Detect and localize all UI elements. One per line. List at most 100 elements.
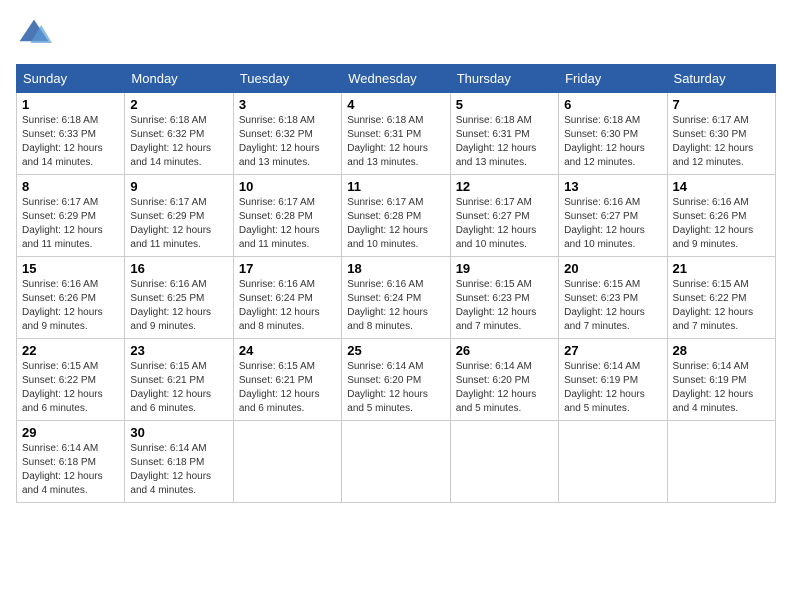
day-number: 2 [130,97,227,112]
empty-cell [450,421,558,503]
day-number: 16 [130,261,227,276]
day-info: Sunrise: 6:18 AMSunset: 6:32 PMDaylight:… [130,115,211,168]
day-header-monday: Monday [125,65,233,93]
day-number: 1 [22,97,119,112]
day-info: Sunrise: 6:15 AMSunset: 6:23 PMDaylight:… [564,279,645,332]
day-number: 4 [347,97,444,112]
day-number: 3 [239,97,336,112]
empty-cell [342,421,450,503]
day-cell-15: 15 Sunrise: 6:16 AMSunset: 6:26 PMDaylig… [17,257,125,339]
day-info: Sunrise: 6:15 AMSunset: 6:21 PMDaylight:… [130,361,211,414]
day-cell-19: 19 Sunrise: 6:15 AMSunset: 6:23 PMDaylig… [450,257,558,339]
day-info: Sunrise: 6:15 AMSunset: 6:22 PMDaylight:… [22,361,103,414]
day-header-wednesday: Wednesday [342,65,450,93]
day-info: Sunrise: 6:18 AMSunset: 6:33 PMDaylight:… [22,115,103,168]
day-number: 29 [22,425,119,440]
day-number: 26 [456,343,553,358]
day-info: Sunrise: 6:14 AMSunset: 6:19 PMDaylight:… [673,361,754,414]
day-number: 17 [239,261,336,276]
day-number: 12 [456,179,553,194]
day-number: 5 [456,97,553,112]
day-number: 15 [22,261,119,276]
day-info: Sunrise: 6:16 AMSunset: 6:26 PMDaylight:… [22,279,103,332]
logo [16,16,56,52]
week-row-4: 22 Sunrise: 6:15 AMSunset: 6:22 PMDaylig… [17,339,776,421]
day-number: 19 [456,261,553,276]
day-cell-6: 6 Sunrise: 6:18 AMSunset: 6:30 PMDayligh… [559,93,667,175]
day-number: 22 [22,343,119,358]
day-cell-3: 3 Sunrise: 6:18 AMSunset: 6:32 PMDayligh… [233,93,341,175]
day-info: Sunrise: 6:17 AMSunset: 6:30 PMDaylight:… [673,115,754,168]
day-cell-30: 30 Sunrise: 6:14 AMSunset: 6:18 PMDaylig… [125,421,233,503]
day-cell-7: 7 Sunrise: 6:17 AMSunset: 6:30 PMDayligh… [667,93,775,175]
day-cell-8: 8 Sunrise: 6:17 AMSunset: 6:29 PMDayligh… [17,175,125,257]
day-info: Sunrise: 6:18 AMSunset: 6:31 PMDaylight:… [456,115,537,168]
day-info: Sunrise: 6:15 AMSunset: 6:23 PMDaylight:… [456,279,537,332]
day-info: Sunrise: 6:14 AMSunset: 6:20 PMDaylight:… [456,361,537,414]
day-info: Sunrise: 6:16 AMSunset: 6:26 PMDaylight:… [673,197,754,250]
day-info: Sunrise: 6:16 AMSunset: 6:27 PMDaylight:… [564,197,645,250]
day-header-friday: Friday [559,65,667,93]
empty-cell [667,421,775,503]
day-info: Sunrise: 6:14 AMSunset: 6:20 PMDaylight:… [347,361,428,414]
day-info: Sunrise: 6:16 AMSunset: 6:24 PMDaylight:… [239,279,320,332]
calendar-header-row: SundayMondayTuesdayWednesdayThursdayFrid… [17,65,776,93]
day-header-sunday: Sunday [17,65,125,93]
day-info: Sunrise: 6:17 AMSunset: 6:28 PMDaylight:… [239,197,320,250]
day-number: 23 [130,343,227,358]
day-info: Sunrise: 6:18 AMSunset: 6:32 PMDaylight:… [239,115,320,168]
week-row-5: 29 Sunrise: 6:14 AMSunset: 6:18 PMDaylig… [17,421,776,503]
day-cell-28: 28 Sunrise: 6:14 AMSunset: 6:19 PMDaylig… [667,339,775,421]
day-number: 10 [239,179,336,194]
day-cell-11: 11 Sunrise: 6:17 AMSunset: 6:28 PMDaylig… [342,175,450,257]
day-info: Sunrise: 6:16 AMSunset: 6:25 PMDaylight:… [130,279,211,332]
day-info: Sunrise: 6:15 AMSunset: 6:22 PMDaylight:… [673,279,754,332]
day-number: 8 [22,179,119,194]
day-cell-20: 20 Sunrise: 6:15 AMSunset: 6:23 PMDaylig… [559,257,667,339]
day-header-thursday: Thursday [450,65,558,93]
empty-cell [559,421,667,503]
day-cell-18: 18 Sunrise: 6:16 AMSunset: 6:24 PMDaylig… [342,257,450,339]
day-info: Sunrise: 6:14 AMSunset: 6:19 PMDaylight:… [564,361,645,414]
day-cell-9: 9 Sunrise: 6:17 AMSunset: 6:29 PMDayligh… [125,175,233,257]
day-info: Sunrise: 6:18 AMSunset: 6:30 PMDaylight:… [564,115,645,168]
day-cell-12: 12 Sunrise: 6:17 AMSunset: 6:27 PMDaylig… [450,175,558,257]
day-number: 14 [673,179,770,194]
day-cell-25: 25 Sunrise: 6:14 AMSunset: 6:20 PMDaylig… [342,339,450,421]
day-number: 7 [673,97,770,112]
day-info: Sunrise: 6:17 AMSunset: 6:28 PMDaylight:… [347,197,428,250]
day-cell-10: 10 Sunrise: 6:17 AMSunset: 6:28 PMDaylig… [233,175,341,257]
day-cell-14: 14 Sunrise: 6:16 AMSunset: 6:26 PMDaylig… [667,175,775,257]
day-number: 20 [564,261,661,276]
day-header-tuesday: Tuesday [233,65,341,93]
day-cell-22: 22 Sunrise: 6:15 AMSunset: 6:22 PMDaylig… [17,339,125,421]
empty-cell [233,421,341,503]
week-row-1: 1 Sunrise: 6:18 AMSunset: 6:33 PMDayligh… [17,93,776,175]
day-info: Sunrise: 6:14 AMSunset: 6:18 PMDaylight:… [130,443,211,496]
day-info: Sunrise: 6:18 AMSunset: 6:31 PMDaylight:… [347,115,428,168]
day-cell-2: 2 Sunrise: 6:18 AMSunset: 6:32 PMDayligh… [125,93,233,175]
day-number: 28 [673,343,770,358]
day-info: Sunrise: 6:15 AMSunset: 6:21 PMDaylight:… [239,361,320,414]
page-header [16,16,776,52]
day-number: 21 [673,261,770,276]
day-info: Sunrise: 6:14 AMSunset: 6:18 PMDaylight:… [22,443,103,496]
day-number: 30 [130,425,227,440]
day-cell-5: 5 Sunrise: 6:18 AMSunset: 6:31 PMDayligh… [450,93,558,175]
day-info: Sunrise: 6:17 AMSunset: 6:27 PMDaylight:… [456,197,537,250]
day-cell-21: 21 Sunrise: 6:15 AMSunset: 6:22 PMDaylig… [667,257,775,339]
day-cell-24: 24 Sunrise: 6:15 AMSunset: 6:21 PMDaylig… [233,339,341,421]
day-header-saturday: Saturday [667,65,775,93]
week-row-2: 8 Sunrise: 6:17 AMSunset: 6:29 PMDayligh… [17,175,776,257]
day-cell-29: 29 Sunrise: 6:14 AMSunset: 6:18 PMDaylig… [17,421,125,503]
logo-icon [16,16,52,52]
day-cell-13: 13 Sunrise: 6:16 AMSunset: 6:27 PMDaylig… [559,175,667,257]
day-number: 25 [347,343,444,358]
day-info: Sunrise: 6:17 AMSunset: 6:29 PMDaylight:… [22,197,103,250]
day-cell-16: 16 Sunrise: 6:16 AMSunset: 6:25 PMDaylig… [125,257,233,339]
day-number: 13 [564,179,661,194]
day-cell-4: 4 Sunrise: 6:18 AMSunset: 6:31 PMDayligh… [342,93,450,175]
day-number: 6 [564,97,661,112]
day-info: Sunrise: 6:17 AMSunset: 6:29 PMDaylight:… [130,197,211,250]
day-cell-23: 23 Sunrise: 6:15 AMSunset: 6:21 PMDaylig… [125,339,233,421]
